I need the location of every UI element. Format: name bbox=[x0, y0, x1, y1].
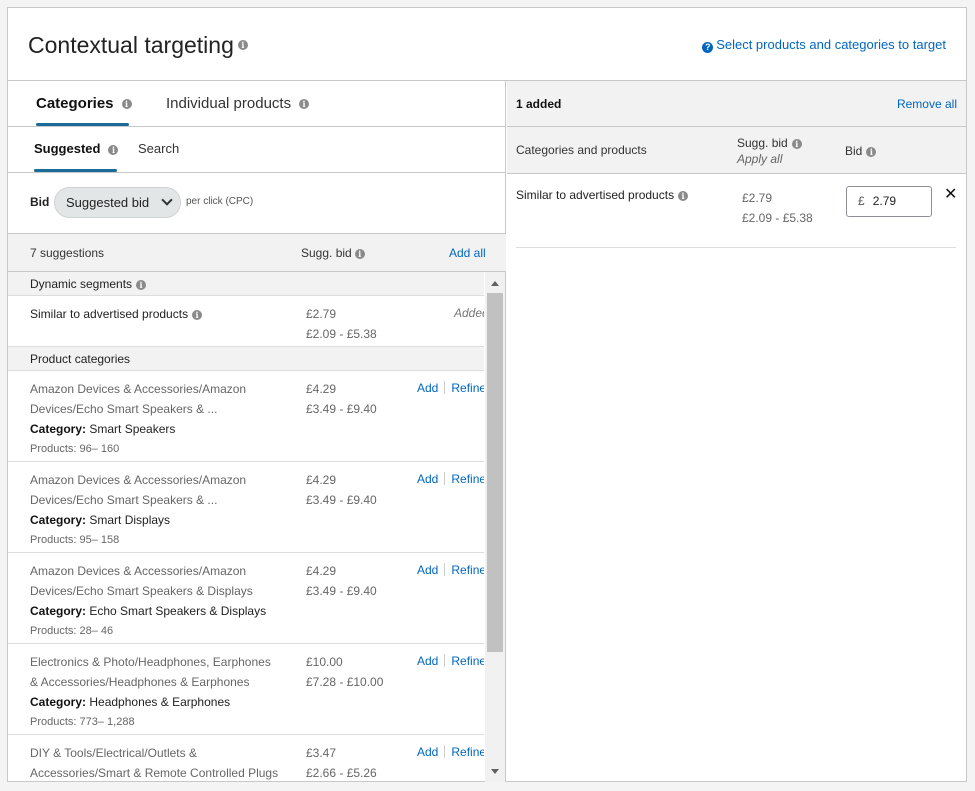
contextual-targeting-panel: Contextual targeting i ? Select products a… bbox=[7, 7, 967, 782]
suggestions-pane: Categories i Individual products i Suggest… bbox=[8, 81, 506, 782]
suggestions-count: 7 suggestions bbox=[30, 246, 105, 260]
info-icon[interactable]: i bbox=[237, 39, 248, 50]
list-item: DIY & Tools/Electrical/Outlets & Accesso… bbox=[8, 735, 484, 782]
refine-button[interactable]: Refine bbox=[451, 472, 484, 486]
add-all-button[interactable]: Add all bbox=[449, 246, 486, 260]
added-header: 1 added Remove all bbox=[507, 81, 966, 127]
bid-input[interactable]: £2.79 bbox=[846, 186, 932, 217]
info-icon[interactable]: i bbox=[354, 248, 365, 259]
info-icon[interactable]: i bbox=[678, 190, 689, 201]
dynamic-segments-header: Dynamic segments i bbox=[8, 272, 484, 296]
added-row: Similar to advertised products i £2.79 £2… bbox=[516, 174, 957, 248]
scrollbar[interactable] bbox=[485, 272, 505, 782]
refine-button[interactable]: Refine bbox=[451, 745, 484, 759]
refine-button[interactable]: Refine bbox=[451, 563, 484, 577]
page-title: Contextual targeting i bbox=[28, 32, 248, 59]
question-icon: ? bbox=[702, 42, 714, 53]
added-targets-pane: 1 added Remove all Categories and produc… bbox=[507, 81, 966, 782]
list-item: Electronics & Photo/Headphones, Earphone… bbox=[8, 644, 484, 735]
tab-search[interactable]: Search bbox=[138, 141, 179, 156]
info-icon[interactable]: i bbox=[121, 99, 132, 110]
info-icon[interactable]: i bbox=[866, 146, 877, 157]
sugg-bid-column-header: Sugg. bid i bbox=[301, 246, 365, 260]
added-status: Added bbox=[454, 306, 484, 320]
list-item: Similar to advertised products i £2.79 £2… bbox=[8, 296, 484, 347]
help-link[interactable]: ? Select products and categories to targe… bbox=[702, 37, 946, 53]
info-icon[interactable]: i bbox=[108, 144, 119, 155]
remove-all-button[interactable]: Remove all bbox=[897, 97, 957, 111]
refine-button[interactable]: Refine bbox=[451, 381, 484, 395]
close-icon[interactable]: ✕ bbox=[944, 184, 957, 204]
added-column-headers: Categories and products Sugg. bid i Apply… bbox=[507, 127, 966, 174]
add-button[interactable]: Add bbox=[417, 563, 438, 577]
chevron-down-icon bbox=[161, 194, 173, 206]
bid-strategy-select[interactable]: Suggested bid bbox=[54, 187, 181, 218]
main-tabs: Categories i Individual products i bbox=[8, 81, 506, 127]
scrollbar-thumb[interactable] bbox=[487, 293, 503, 652]
add-button[interactable]: Add bbox=[417, 654, 438, 668]
tab-suggested[interactable]: Suggested i bbox=[34, 141, 119, 156]
suggestions-list[interactable]: Dynamic segments i Similar to advertised … bbox=[8, 272, 484, 782]
scroll-down-icon[interactable] bbox=[491, 769, 499, 774]
active-tab-indicator bbox=[36, 123, 129, 126]
scroll-up-icon[interactable] bbox=[491, 281, 499, 286]
list-item: Amazon Devices & Accessories/Amazon Devi… bbox=[8, 371, 484, 462]
active-subtab-indicator bbox=[34, 169, 117, 172]
add-button[interactable]: Add bbox=[417, 472, 438, 486]
tab-categories[interactable]: Categories i bbox=[36, 95, 132, 112]
bid-strategy-row: Bid Suggested bid per click (CPC) bbox=[8, 173, 506, 234]
per-click-label: per click (CPC) bbox=[186, 196, 254, 207]
currency-symbol: £ bbox=[858, 194, 865, 208]
panel-header: Contextual targeting i ? Select products a… bbox=[8, 8, 966, 81]
add-button[interactable]: Add bbox=[417, 745, 438, 759]
apply-all-link[interactable]: Apply all bbox=[737, 152, 782, 166]
info-icon[interactable]: i bbox=[299, 99, 310, 110]
bid-header: Bid i bbox=[845, 144, 877, 158]
info-icon[interactable]: i bbox=[192, 309, 203, 320]
product-categories-header: Product categories bbox=[8, 347, 484, 371]
info-icon[interactable]: i bbox=[136, 279, 147, 290]
tab-individual-products[interactable]: Individual products i bbox=[166, 95, 310, 112]
add-button[interactable]: Add bbox=[417, 381, 438, 395]
list-item: Amazon Devices & Accessories/Amazon Devi… bbox=[8, 553, 484, 644]
info-icon[interactable]: i bbox=[791, 138, 802, 149]
sugg-bid-header: Sugg. bid i bbox=[737, 136, 802, 150]
added-count: 1 added bbox=[516, 97, 562, 111]
categories-products-header: Categories and products bbox=[516, 143, 647, 157]
refine-button[interactable]: Refine bbox=[451, 654, 484, 668]
sub-tabs: Suggested i Search bbox=[8, 127, 506, 173]
bid-label: Bid bbox=[30, 195, 50, 209]
suggestions-header: 7 suggestions Sugg. bid i Add all bbox=[8, 234, 506, 272]
list-item: Amazon Devices & Accessories/Amazon Devi… bbox=[8, 462, 484, 553]
